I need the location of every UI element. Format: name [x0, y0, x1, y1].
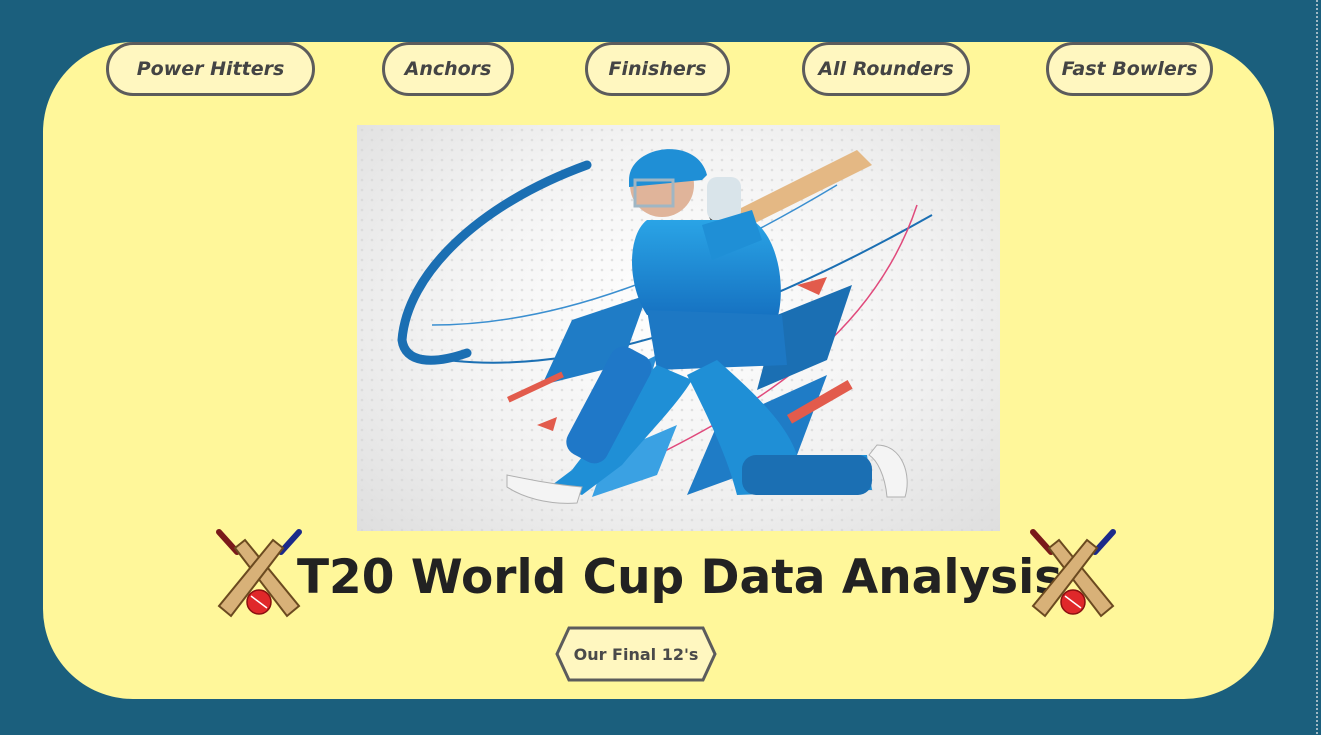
our-final-12-button[interactable]: Our Final 12's — [555, 626, 717, 682]
main-card: Power Hitters Anchors Finishers All Roun… — [43, 42, 1274, 699]
crossed-cricket-bats-icon — [1030, 529, 1116, 618]
nav-finishers-button[interactable]: Finishers — [585, 42, 730, 96]
nav-power-hitters-button[interactable]: Power Hitters — [106, 42, 315, 96]
nav-all-rounders-button[interactable]: All Rounders — [802, 42, 970, 96]
title-row: T20 World Cup Data Analysis — [213, 528, 1116, 624]
crossed-cricket-bats-icon — [216, 529, 302, 618]
page-title: T20 World Cup Data Analysis — [297, 550, 1063, 605]
our-final-12-label: Our Final 12's — [573, 644, 699, 664]
hero-image — [357, 125, 1000, 531]
nav-fast-bowlers-button[interactable]: Fast Bowlers — [1046, 42, 1213, 96]
window-edge — [1316, 0, 1318, 735]
nav-anchors-button[interactable]: Anchors — [382, 42, 514, 96]
cricket-batsman-icon — [357, 125, 1000, 531]
